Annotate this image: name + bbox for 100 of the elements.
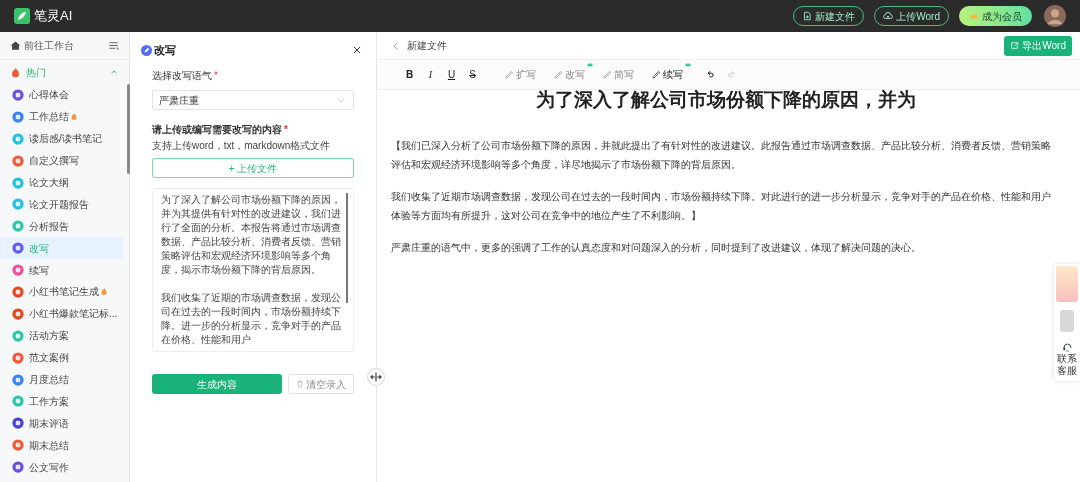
support-label: 联系客服 [1056,353,1078,377]
item-icon [12,461,24,474]
item-label: 分析报告 [29,219,69,234]
sidebar-item[interactable]: 分析报告 [0,215,123,238]
field-label: 选择改写语气 [152,69,212,83]
logo-icon [14,8,30,24]
item-label: 小红书爆款笔记标... [29,307,118,322]
support-widget[interactable]: 联系客服 [1054,264,1080,381]
format-button[interactable]: U [441,67,462,82]
sidebar-item[interactable]: 期末评语 [0,412,123,435]
sidebar-item[interactable]: 工作方案 [0,390,123,413]
item-label: 工作总结 [29,110,69,125]
sidebar-item[interactable]: 月度总结 [0,368,123,391]
item-label: 心得体会 [29,88,69,103]
pen-icon [603,70,612,79]
item-label: 期末总结 [29,438,69,453]
sidebar-item[interactable]: 小红书爆款笔记标... [0,302,123,325]
textarea-text: 我们收集了近期的市场调查数据，发现公司在过去的一段时间内，市场份额持续下降。进一步的分析显示，竞争对手的产品在价格、性能和用户 [161,291,341,347]
scrollbar[interactable] [346,193,348,303]
item-label: 范文案例 [29,351,69,366]
item-label: 续写 [29,263,49,278]
hint-text: 支持上传word，txt，markdown格式文件 [152,139,332,153]
item-icon [12,198,24,211]
item-icon [12,220,24,233]
pen-icon [505,70,514,79]
sidebar-item[interactable]: 工作总结 [0,105,123,128]
headset-icon [1061,342,1073,353]
panel-title: 改写 [154,42,177,58]
item-label: 期末评语 [29,416,69,431]
promo-thumbnail [1060,310,1074,332]
pen-icon [652,70,661,79]
sidebar-item[interactable]: 公文写作 [0,456,123,479]
clear-button[interactable]: 清空录入 [288,374,354,394]
avatar[interactable] [1044,5,1066,27]
field-label: 请上传或编写需要改写的内容 [152,123,282,137]
item-label: 论文大纲 [29,176,69,190]
sidebar-item[interactable]: 小红书笔记生成 [0,281,123,303]
pen-icon [554,70,563,79]
item-label: 工作方案 [29,394,69,409]
item-icon [12,417,24,430]
sidebar-item[interactable]: 期末总结 [0,434,123,457]
document-paragraph: 严肃庄重的语气中，更多的强调了工作的认真态度和对问题深入的分析，同时提到了改进建议，体现了解决问题的决心。 [391,241,922,255]
sidebar-item[interactable]: 读后感/读书笔记 [0,127,123,150]
export-icon [1010,41,1020,50]
promo-thumbnail [1056,266,1078,302]
scrollbar[interactable] [127,84,130,174]
required-mark: * [214,69,218,83]
format-button[interactable]: I [420,67,441,82]
format-button[interactable]: B [399,67,420,82]
required-mark: * [284,123,288,137]
file-name[interactable]: 新建文件 [407,38,1005,53]
sidebar-item[interactable]: 心得体会 [0,84,123,106]
app-name: 笔灵AI [34,7,73,26]
document-heading: 为了深入了解公司市场份额下降的原因，并为 [534,89,917,111]
group-label: 热门 [26,65,47,80]
ai-tool-button[interactable]: 续写 [652,67,683,82]
trash-icon [296,380,304,388]
item-icon [12,176,24,189]
document-paragraph: 【我们已深入分析了公司市场份额下降的原因，并就此提出了有针对性的改进建议。此报告通过市场调查数据、产品比较分析、消费者反馈、营销策略评估和宏观经济环境影响等多个角度，详尽地揭示了市场份额下降的背后原因。 [391,139,1052,172]
item-label: 改写 [29,241,49,256]
textarea-text: 为了深入了解公司市场份额下降的原因，并为其提供有针对性的改进建议，我们进行了全面的分析。本报告将通过市场调查数据、产品比较分析、消费者反馈、营销策略评估和宏观经济环境影响等多个角度，揭示市场份额下降的背后原因。 [161,193,341,277]
close-icon[interactable] [352,45,362,55]
sidebar-item[interactable]: 续写 [0,259,123,281]
resize-handle[interactable] [367,368,385,386]
sidebar-item[interactable]: 活动方案 [0,324,123,347]
item-icon [12,351,24,364]
item-label: 月度总结 [29,373,69,387]
collapse-menu-icon[interactable] [108,40,119,51]
item-icon [12,395,24,408]
item-label: 自定义撰写 [29,154,79,169]
item-icon [12,307,24,320]
new-file-icon [802,11,813,21]
item-label: 公文写作 [29,460,69,475]
format-button[interactable]: S [462,67,483,82]
membership-button[interactable]: 成为会员 [959,6,1032,26]
sidebar-item[interactable]: 范文案例 [0,346,123,369]
fire-icon [10,66,21,78]
sidebar-item[interactable]: 自定义撰写 [0,149,123,172]
item-icon [12,373,24,386]
item-icon [12,439,24,452]
item-icon [12,88,24,101]
home-icon [10,40,21,51]
rewrite-icon [141,44,152,56]
sidebar-item[interactable]: 论文开题报告 [0,193,123,216]
item-label: 活动方案 [29,329,69,344]
item-icon [12,264,24,277]
tone-dropdown[interactable]: 严肃庄重 [152,90,354,110]
sidebar-item[interactable]: 论文大纲 [0,171,123,194]
content-textarea[interactable]: 为了深入了解公司市场份额下降的原因，并为其提供有针对性的改进建议，我们进行了全面的分析。本报告将通过市场调查数据、产品比较分析、消费者反馈、营销策略评估和宏观经济环境影响等多个角度，揭示市场份额下降的背后原因。 我们收集了近期的市场调查数据，发现公司在过去的一段时间内，市场份额持续下降。进一步的分析显示，竞争对手的产品在价格、性能和用户 [152,188,354,352]
item-icon [12,242,24,255]
item-label: 论文开题报告 [29,197,89,212]
item-label: 小红书笔记生成 [29,285,99,300]
undo-icon[interactable] [705,69,715,80]
document-paragraph: 我们收集了近期市场调查数据，发现公司在过去的一段时间内，市场份额持续下降。对此进行的进一步分析显示，竞争对手的产品在价格、性能和用户体验等方面均有所提升，这对公司在竞争中的地位产生了不利影响。】 [391,190,1052,223]
item-icon [12,285,24,298]
item-icon [12,154,24,167]
item-label: 读后感/读书笔记 [29,132,102,147]
home-link[interactable]: 前往工作台 [24,38,108,53]
cloud-upload-icon [883,11,894,21]
item-icon [12,329,24,342]
